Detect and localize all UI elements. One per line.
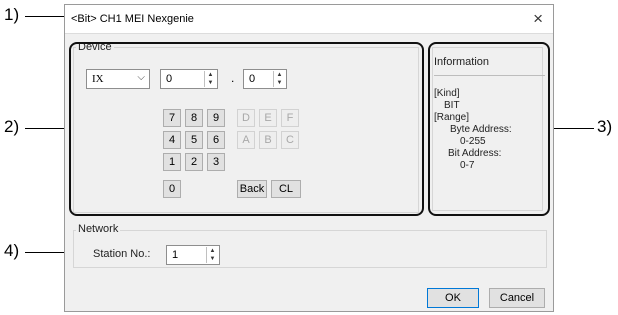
key-b[interactable]: B xyxy=(259,131,277,149)
byte-address-spinner[interactable]: 0 ▲ ▼ xyxy=(160,69,218,89)
key-0[interactable]: 0 xyxy=(163,180,181,198)
station-number-label: Station No.: xyxy=(93,248,151,260)
cancel-button[interactable]: Cancel xyxy=(489,288,545,308)
bit-address-value: 0 xyxy=(249,73,256,85)
range-label: [Range] xyxy=(434,112,470,123)
clear-button[interactable]: CL xyxy=(271,180,301,198)
network-group-label: Network xyxy=(76,223,121,235)
key-7[interactable]: 7 xyxy=(163,109,181,127)
callout-3: 3) xyxy=(597,117,613,136)
key-9[interactable]: 9 xyxy=(207,109,225,127)
callout-4: 4) xyxy=(4,241,20,260)
dialog-title: <Bit> CH1 MEI Nexgenie xyxy=(71,13,194,25)
device-type-select[interactable]: IX ⌵ xyxy=(86,69,150,89)
bit-address-label: Bit Address: xyxy=(448,148,502,159)
key-6[interactable]: 6 xyxy=(207,131,225,149)
bit-address-spinner[interactable]: 0 ▲ ▼ xyxy=(243,69,287,89)
byte-address-range: 0-255 xyxy=(460,136,486,147)
key-f[interactable]: F xyxy=(281,109,299,127)
kind-value: BIT xyxy=(444,100,460,111)
close-icon[interactable]: × xyxy=(533,9,543,29)
key-3[interactable]: 3 xyxy=(207,153,225,171)
ok-button[interactable]: OK xyxy=(427,288,479,308)
kind-label: [Kind] xyxy=(434,88,460,99)
station-number-spinner[interactable]: 1 ▲ ▼ xyxy=(166,245,220,265)
key-8[interactable]: 8 xyxy=(185,109,203,127)
device-type-value: IX xyxy=(92,73,104,85)
callout-1-line xyxy=(25,16,64,17)
address-separator: . xyxy=(231,71,235,85)
device-dialog: <Bit> CH1 MEI Nexgenie × Device IX ⌵ 0 ▲… xyxy=(64,4,554,312)
key-5[interactable]: 5 xyxy=(185,131,203,149)
key-d[interactable]: D xyxy=(237,109,255,127)
key-4[interactable]: 4 xyxy=(163,131,181,149)
callout-1: 1) xyxy=(4,5,20,24)
key-e[interactable]: E xyxy=(259,109,277,127)
callout-3-line xyxy=(553,128,594,129)
information-title: Information xyxy=(434,56,490,68)
spin-arrows-icon[interactable]: ▲ ▼ xyxy=(204,71,216,87)
spin-arrows-icon[interactable]: ▲ ▼ xyxy=(206,247,218,263)
information-separator xyxy=(434,75,545,76)
byte-address-value: 0 xyxy=(166,73,173,85)
title-bar: <Bit> CH1 MEI Nexgenie × xyxy=(65,5,553,34)
byte-address-label: Byte Address: xyxy=(450,124,512,135)
spin-arrows-icon[interactable]: ▲ ▼ xyxy=(273,71,285,87)
key-c[interactable]: C xyxy=(281,131,299,149)
callout-2-line xyxy=(25,128,69,129)
key-2[interactable]: 2 xyxy=(185,153,203,171)
chevron-down-icon: ⌵ xyxy=(137,72,145,83)
key-1[interactable]: 1 xyxy=(163,153,181,171)
back-button[interactable]: Back xyxy=(237,180,267,198)
bit-address-range: 0-7 xyxy=(460,160,475,171)
callout-2: 2) xyxy=(4,117,20,136)
station-number-value: 1 xyxy=(172,249,179,261)
key-a[interactable]: A xyxy=(237,131,255,149)
